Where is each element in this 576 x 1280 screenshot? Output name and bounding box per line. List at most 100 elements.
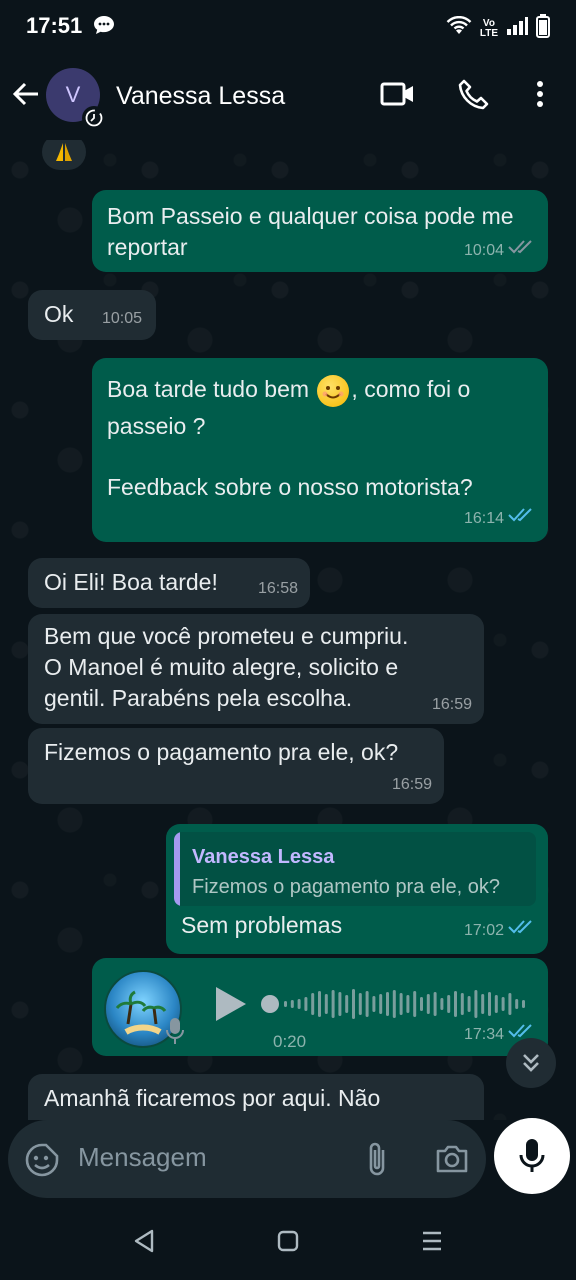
- double-check-read-icon: [508, 915, 534, 946]
- avatar-letter: V: [65, 82, 81, 107]
- waveform-bar: [311, 993, 315, 1015]
- status-bar: 17:51 Vo LTE: [0, 0, 576, 52]
- waveform-bar: [454, 991, 457, 1017]
- waveform-bar: [338, 992, 342, 1016]
- message-text: Amanhã ficaremos por aqui. Não: [44, 1085, 381, 1111]
- waveform-bar: [386, 992, 389, 1016]
- voice-waveform[interactable]: [260, 984, 530, 1024]
- emoji-sticker-icon[interactable]: [24, 1142, 60, 1183]
- waveform-bar: [460, 993, 464, 1015]
- waveform-bar: [331, 990, 335, 1018]
- waveform-bar: [284, 1001, 287, 1007]
- voice-duration: 0:20: [273, 1032, 307, 1051]
- message-incoming[interactable]: Oi Eli! Boa tarde! 16:58: [28, 558, 310, 608]
- message-outgoing[interactable]: Bom Passeio e qualquer coisa pode me rep…: [92, 190, 548, 272]
- double-check-read-icon: [508, 503, 534, 534]
- message-incoming[interactable]: Fizemos o pagamento pra ele, ok? 16:59: [28, 728, 444, 804]
- double-chevron-down-icon: [523, 1054, 539, 1072]
- message-composer[interactable]: Mensagem: [8, 1120, 486, 1198]
- message-incoming[interactable]: Amanhã ficaremos por aqui. Não: [28, 1074, 484, 1120]
- waveform-bar: [392, 990, 396, 1018]
- message-input[interactable]: Mensagem: [78, 1142, 207, 1173]
- waveform-bar: [467, 996, 471, 1012]
- contact-name[interactable]: Vanessa Lessa: [116, 82, 285, 111]
- message-time: 16:59: [391, 776, 432, 793]
- waveform-bar: [413, 991, 417, 1017]
- waveform-bar: [406, 995, 410, 1013]
- waveform-bar: [304, 997, 308, 1011]
- message-incoming[interactable]: Bem que você prometeu e cumpriu. O Manoe…: [28, 614, 484, 724]
- status-time: 17:51: [26, 13, 83, 38]
- waveform-bar: [324, 994, 328, 1014]
- message-text: Oi Eli! Boa tarde!: [44, 569, 218, 595]
- voice-call-icon[interactable]: [456, 78, 490, 117]
- smiling-face-emoji-icon: [317, 374, 350, 407]
- message-time: 10:05: [101, 310, 142, 327]
- message-outgoing-reply[interactable]: Vanessa Lessa Fizemos o pagamento pra el…: [166, 824, 548, 954]
- waveform-bar: [358, 993, 362, 1015]
- voice-record-button[interactable]: [494, 1118, 570, 1194]
- message-outgoing[interactable]: Boa tarde tudo bem , como foi o passeio …: [92, 358, 548, 542]
- signal-icon: [506, 16, 528, 41]
- message-time: 17:34: [463, 1026, 504, 1043]
- volte-indicator: Vo LTE: [479, 17, 498, 39]
- message-time: 16:59: [431, 696, 472, 713]
- waveform-bar: [318, 991, 321, 1017]
- waveform-bar: [508, 993, 512, 1015]
- chat-area[interactable]: Bom Passeio e qualquer coisa pode me rep…: [0, 140, 576, 1120]
- message-text: Boa tarde tudo bem , como foi o passeio …: [107, 374, 471, 439]
- nav-back-icon[interactable]: [132, 1228, 156, 1259]
- waveform-bar: [379, 994, 383, 1014]
- waveform-bar: [372, 996, 376, 1012]
- wifi-icon: [446, 15, 472, 41]
- nav-home-icon[interactable]: [276, 1228, 300, 1259]
- waveform-bar: [522, 1000, 525, 1008]
- waveform-bar: [440, 998, 444, 1010]
- message-text: Sem problemas: [181, 912, 343, 938]
- reaction-emoji-pray: [42, 140, 86, 170]
- message-incoming[interactable]: Ok 10:05: [28, 290, 156, 340]
- quoted-text: Fizemos o pagamento pra ele, ok?: [192, 876, 500, 898]
- message-time: 16:14: [463, 510, 504, 527]
- message-time: 16:58: [257, 580, 298, 597]
- waveform-bar: [365, 991, 369, 1017]
- scroll-to-bottom-button[interactable]: [506, 1038, 556, 1088]
- more-options-icon[interactable]: [530, 78, 550, 115]
- message-text: Ok: [44, 301, 74, 327]
- waveform-bar: [420, 997, 423, 1011]
- mic-icon: [519, 1139, 545, 1172]
- waveform-bar: [426, 994, 430, 1014]
- camera-icon[interactable]: [434, 1142, 470, 1181]
- mic-small-icon: [164, 1016, 186, 1054]
- waveform-bar: [399, 993, 403, 1015]
- battery-icon: [536, 14, 550, 43]
- attach-icon[interactable]: [364, 1140, 390, 1183]
- quoted-sender: Vanessa Lessa: [192, 846, 335, 868]
- message-time: 17:02: [463, 922, 504, 939]
- waveform-bar: [481, 994, 485, 1014]
- waveform-bar: [488, 992, 491, 1016]
- quote-accent-bar: [174, 832, 180, 906]
- message-notification-icon: [92, 14, 116, 41]
- double-check-sent-icon: [508, 235, 534, 266]
- voice-message[interactable]: 0:20 17:34: [92, 958, 548, 1056]
- waveform-bar: [501, 997, 505, 1011]
- play-icon[interactable]: [210, 984, 250, 1032]
- waveform-bar: [515, 999, 519, 1009]
- voice-playhead[interactable]: [261, 995, 279, 1013]
- message-text: Bem que você prometeu e cumpriu. O Manoe…: [44, 623, 409, 711]
- video-call-icon[interactable]: [380, 78, 416, 115]
- back-arrow-icon[interactable]: [10, 78, 42, 115]
- waveform-bar: [494, 995, 498, 1013]
- chat-header: V Vanessa Lessa: [0, 52, 576, 140]
- message-text-line2: Feedback sobre o nosso motorista?: [107, 474, 473, 500]
- waveform-bar: [345, 995, 349, 1013]
- waveform-bar: [447, 995, 451, 1013]
- praying-hands-icon: [56, 143, 72, 161]
- quoted-message[interactable]: Vanessa Lessa Fizemos o pagamento pra el…: [174, 832, 536, 906]
- nav-recents-icon[interactable]: [420, 1228, 444, 1259]
- waveform-bar: [474, 990, 478, 1018]
- waveform-bar: [433, 992, 437, 1016]
- waveform-bar: [352, 989, 355, 1019]
- waveform-bar: [290, 1000, 294, 1008]
